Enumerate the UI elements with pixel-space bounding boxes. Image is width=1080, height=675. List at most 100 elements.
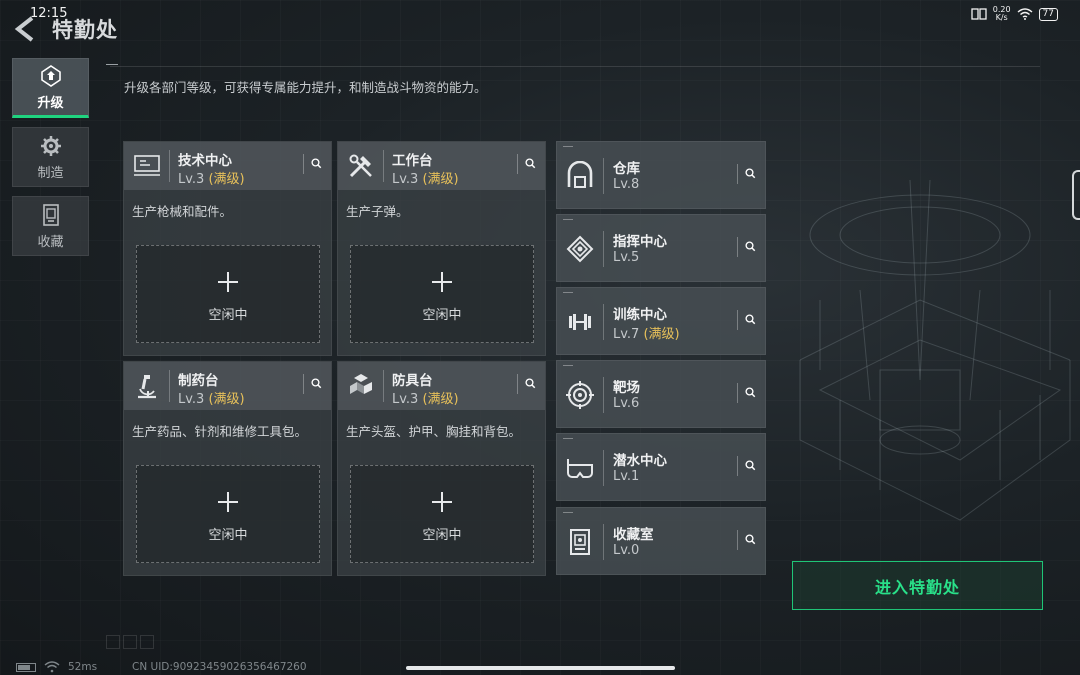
target-icon	[566, 381, 594, 409]
computer-icon	[134, 155, 160, 176]
header-divider	[106, 64, 1040, 67]
row-divider	[603, 304, 604, 340]
row-tick	[563, 146, 573, 147]
department-level: Lv.3 (满级)	[178, 168, 245, 187]
maxed-badge: (满级)	[643, 327, 680, 342]
battery-icon: 77	[1038, 7, 1058, 21]
row-divider	[603, 158, 604, 194]
slot-status: 空闲中	[208, 308, 248, 323]
card-header: 防具台 Lv.3 (满级)	[338, 362, 545, 410]
maxed-badge: (满级)	[208, 172, 245, 187]
decorative-squares	[106, 635, 154, 649]
level-value: Lv.5	[613, 250, 640, 265]
tab-craft[interactable]: 制造	[12, 127, 89, 187]
department-description: 生产子弹。	[346, 204, 409, 219]
tab-craft-label: 制造	[37, 165, 64, 181]
search-button[interactable]	[737, 530, 757, 550]
facility-row-diving-center[interactable]: 潜水中心 Lv.1	[556, 433, 766, 501]
boxes-icon	[350, 374, 372, 394]
plus-icon	[432, 492, 452, 512]
home-indicator[interactable]	[406, 666, 675, 670]
facility-name: 靶场	[613, 380, 640, 396]
base-schematic-image	[799, 179, 1071, 521]
department-level: Lv.3 (满级)	[392, 388, 459, 407]
facility-level: Lv.1	[613, 469, 639, 484]
book-icon	[971, 8, 987, 20]
department-description: 生产药品、针剂和维修工具包。	[132, 424, 308, 439]
wifi-icon	[44, 661, 60, 673]
tab-collection[interactable]: 收藏	[12, 196, 89, 256]
card-divider	[383, 370, 384, 402]
production-slot[interactable]: 空闲中	[136, 465, 320, 563]
row-divider	[603, 377, 604, 413]
level-value: Lv.1	[613, 469, 640, 484]
facility-row-shooting-range[interactable]: 靶场 Lv.6	[556, 360, 766, 428]
facility-row-command-center[interactable]: 指挥中心 Lv.5	[556, 214, 766, 282]
tab-upgrade-label: 升级	[37, 95, 64, 111]
slot-status: 空闲中	[208, 528, 248, 543]
department-name: 防具台	[392, 373, 433, 389]
back-button[interactable]	[14, 16, 36, 42]
level-value: Lv.3	[178, 392, 205, 407]
facility-level: Lv.5	[613, 250, 639, 265]
row-divider	[603, 231, 604, 267]
department-card-pharmacy[interactable]: 制药台 Lv.3 (满级) 生产药品、针剂和维修工具包。 空闲中	[123, 361, 332, 576]
facility-row-collection-room[interactable]: 收藏室 Lv.0	[556, 507, 766, 575]
row-tick	[563, 365, 573, 366]
row-tick	[563, 219, 573, 220]
search-button[interactable]	[303, 154, 323, 174]
facility-name: 潜水中心	[613, 453, 667, 469]
slot-status: 空闲中	[422, 308, 462, 323]
search-button[interactable]	[517, 374, 537, 394]
facility-row-training-center[interactable]: 训练中心 Lv.7 (满级)	[556, 287, 766, 355]
card-divider	[169, 370, 170, 402]
search-button[interactable]	[737, 164, 757, 184]
maxed-badge: (满级)	[208, 392, 245, 407]
department-card-armor-bench[interactable]: 防具台 Lv.3 (满级) 生产头盔、护甲、胸挂和背包。 空闲中	[337, 361, 546, 576]
user-uid: CN UID:9092345902635646726​0	[132, 661, 307, 673]
department-card-workbench[interactable]: 工作台 Lv.3 (满级) 生产子弹。 空闲中	[337, 141, 546, 356]
row-tick	[563, 438, 573, 439]
facility-level: Lv.8	[613, 177, 639, 192]
production-slot[interactable]: 空闲中	[136, 245, 320, 343]
ping-readout: 52ms	[68, 661, 98, 673]
battery-icon	[16, 663, 36, 672]
department-card-tech-center[interactable]: 技术中心 Lv.3 (满级) 生产枪械和配件。 空闲中	[123, 141, 332, 356]
production-slot[interactable]: 空闲中	[350, 465, 534, 563]
level-value: Lv.3	[392, 392, 419, 407]
search-button[interactable]	[303, 374, 323, 394]
command-icon	[566, 235, 594, 263]
maxed-badge: (满级)	[422, 172, 459, 187]
department-name: 技术中心	[178, 153, 232, 169]
tab-upgrade[interactable]: 升级	[12, 58, 89, 118]
dumbbell-icon	[569, 314, 591, 330]
side-panel-handle[interactable]	[1072, 170, 1080, 220]
diving-mask-icon	[567, 459, 593, 478]
search-button[interactable]	[737, 310, 757, 330]
search-button[interactable]	[517, 154, 537, 174]
facility-level: Lv.0	[613, 543, 639, 558]
microscope-icon	[138, 375, 156, 399]
facility-row-warehouse[interactable]: 仓库 Lv.8	[556, 141, 766, 209]
search-button[interactable]	[737, 456, 757, 476]
department-level: Lv.3 (满级)	[178, 388, 245, 407]
department-name: 制药台	[178, 373, 219, 389]
page-subtitle: 升级各部门等级，可获得专属能力提升，和制造战斗物资的能力。	[124, 80, 487, 95]
search-button[interactable]	[737, 383, 757, 403]
net-speed: 0.20 K/s	[993, 6, 1011, 22]
level-value: Lv.6	[613, 396, 640, 411]
department-name: 工作台	[392, 153, 433, 169]
department-description: 生产头盔、护甲、胸挂和背包。	[346, 424, 522, 439]
enter-special-ops-button[interactable]: 进入特勤处	[792, 561, 1043, 610]
level-value: Lv.7	[613, 327, 640, 342]
collection-room-icon	[570, 529, 590, 555]
production-slot[interactable]: 空闲中	[350, 245, 534, 343]
card-header: 技术中心 Lv.3 (满级)	[124, 142, 331, 190]
department-level: Lv.3 (满级)	[392, 168, 459, 187]
facility-level: Lv.6	[613, 396, 639, 411]
facility-name: 仓库	[613, 161, 640, 177]
department-description: 生产枪械和配件。	[132, 204, 233, 219]
warehouse-icon	[567, 161, 593, 188]
status-icons: 0.20 K/s 77	[971, 6, 1058, 22]
search-button[interactable]	[737, 237, 757, 257]
